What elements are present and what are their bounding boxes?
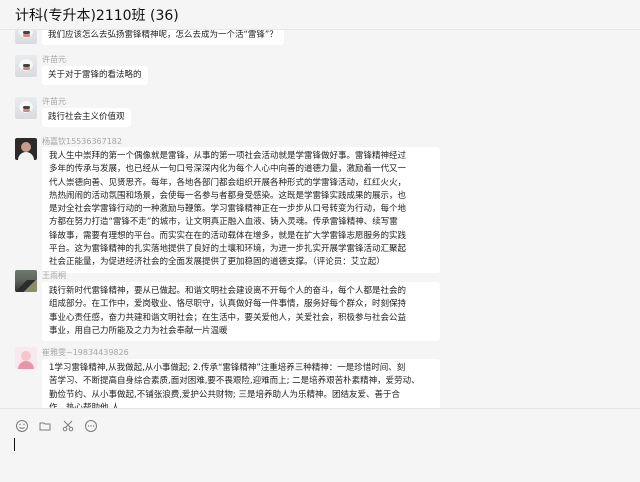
chat-window: 计科(专升本)2110班 (36) 我们应该怎么去弘扬雷锋精神呢，怎么去成为一个… xyxy=(0,0,640,482)
input-toolbar xyxy=(15,418,98,434)
message-input-area[interactable] xyxy=(0,408,640,482)
message-bubble: 关于对于雷锋的看法略的 xyxy=(42,66,148,86)
emoji-icon[interactable] xyxy=(15,419,29,433)
title-bar: 计科(专升本)2110班 (36) xyxy=(0,0,640,30)
more-icon[interactable] xyxy=(84,419,98,433)
message-bubble: 1学习雷锋精神,从我做起,从小事做起; 2.传承“雷锋精神”注重培养三种精神：一… xyxy=(42,359,440,408)
scissors-icon[interactable] xyxy=(61,419,75,433)
dog-avatar-icon[interactable] xyxy=(15,97,37,119)
folder-icon[interactable] xyxy=(38,419,52,433)
sender-name: 王雨桐 xyxy=(42,271,66,280)
message-bubble: 我们应该怎么去弘扬雷锋精神呢，怎么去成为一个活“雷锋”？ xyxy=(42,30,284,46)
dog-avatar-icon[interactable] xyxy=(15,30,37,44)
message-bubble: 我人生中崇拜的第一个偶像就是雷锋，从事的第一项社会活动就是学雷锋做好事。雷锋精神… xyxy=(42,147,440,273)
message-item: 王雨桐 践行新时代雷锋精神，要从已做起。和谐文明社会建设离不开每个人的奋斗，每个… xyxy=(15,270,635,342)
message-bubble: 践行社会主义价值观 xyxy=(42,108,131,128)
sender-name: 许苗元 xyxy=(42,55,66,64)
message-item: 杨嘉钦15536367182 我人生中崇拜的第一个偶像就是雷锋，从事的第一项社会… xyxy=(15,137,635,273)
message-list[interactable]: 我们应该怎么去弘扬雷锋精神呢，怎么去成为一个活“雷锋”？ 许苗元 关于对于雷锋的… xyxy=(0,30,640,408)
pink-person-avatar-icon[interactable] xyxy=(15,347,37,369)
message-bubble: 践行新时代雷锋精神，要从已做起。和谐文明社会建设离不开每个人的奋斗，每个人都是社… xyxy=(42,282,440,342)
message-item: 我们应该怎么去弘扬雷锋精神呢，怎么去成为一个活“雷锋”？ xyxy=(15,30,635,50)
text-cursor xyxy=(14,438,15,451)
message-item: 崔雅雯~19834439826 1学习雷锋精神,从我做起,从小事做起; 2.传承… xyxy=(15,347,635,408)
chat-title: 计科(专升本)2110班 (36) xyxy=(15,8,179,24)
person-avatar-icon[interactable] xyxy=(15,138,37,160)
sender-name: 崔雅雯~19834439826 xyxy=(42,348,129,357)
sender-name: 许苗元 xyxy=(42,97,66,106)
dog-avatar-icon[interactable] xyxy=(15,55,37,77)
landscape-avatar-icon[interactable] xyxy=(15,270,37,292)
sender-name: 杨嘉钦15536367182 xyxy=(42,137,122,146)
